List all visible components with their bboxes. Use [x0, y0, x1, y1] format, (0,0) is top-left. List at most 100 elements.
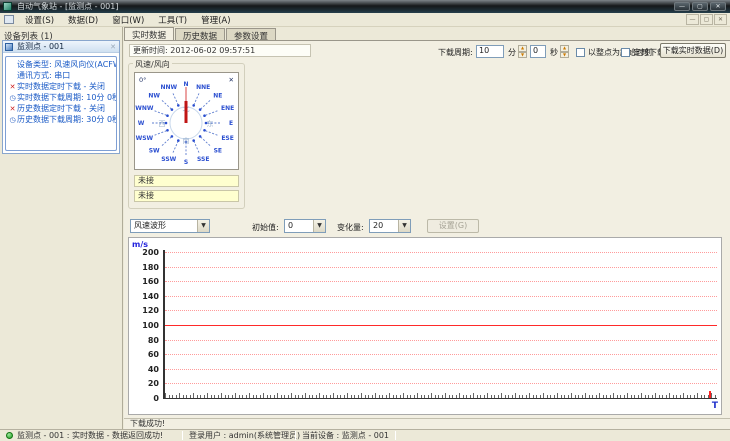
x-axis-tick [603, 395, 604, 398]
x-axis-tick [232, 395, 233, 398]
device-info-text: 历史数据下载周期: 30分 0秒 [17, 115, 116, 124]
gridline [165, 281, 717, 283]
x-axis-tick [169, 395, 170, 398]
compass-arrowhead-icon [177, 139, 180, 142]
y-axis-tick-label: 80 [147, 335, 159, 345]
gridline [165, 368, 717, 370]
x-axis-tick [242, 395, 243, 398]
x-axis-tick [319, 393, 320, 398]
x-axis-tick [347, 393, 348, 398]
current-time-marker [709, 391, 711, 398]
x-axis-tick [330, 395, 331, 398]
y-axis-tick-label: 100 [142, 321, 159, 330]
x-axis-line [163, 398, 717, 399]
menu-item[interactable]: 管理(A) [198, 13, 233, 27]
x-axis-tick [568, 395, 569, 398]
close-button[interactable]: ✕ [710, 2, 726, 11]
compass-south-label: 南 [183, 136, 190, 145]
device-info-text: 历史数据定时下载 - 关闭 [17, 104, 105, 113]
menu-item[interactable]: 窗口(W) [109, 13, 147, 27]
menu-item[interactable]: 设置(S) [22, 13, 57, 27]
x-axis-tick [477, 395, 478, 398]
x-axis-tick [634, 395, 635, 398]
chevron-down-icon[interactable]: ▼ [197, 220, 209, 232]
device-info-line: ✕ 实时数据定时下载 - 关闭 [8, 81, 116, 92]
x-axis-tick [291, 393, 292, 398]
initial-value-select[interactable]: 0 ▼ [284, 219, 326, 233]
x-axis-tick [592, 395, 593, 398]
x-axis-tick [501, 393, 502, 398]
timed-download-checkbox[interactable]: 定时下载 [621, 47, 665, 58]
spinner-down-icon[interactable]: ▼ [518, 51, 527, 58]
compass-west-label: 西 [159, 120, 166, 128]
mdi-close-button[interactable]: ✕ [714, 14, 727, 25]
wind-groupbox: 风速/风向 0° ✕ N NNE NE ENE E ESE SE SSE S SSW SW WSW W W… [128, 59, 245, 209]
mdi-minimize-button[interactable]: — [686, 14, 699, 25]
x-axis-tick [274, 395, 275, 398]
x-axis-tick [508, 395, 509, 398]
waveform-select[interactable]: 风速波形 ▼ [130, 219, 210, 233]
tab-active[interactable]: 实时数据 [124, 27, 175, 41]
y-axis-tick-label: 0 [153, 394, 159, 403]
mdi-restore-button[interactable]: ▢ [700, 14, 713, 25]
checkbox-icon[interactable] [576, 48, 585, 57]
x-axis-tick [459, 393, 460, 398]
x-axis-tick [396, 395, 397, 398]
document-icon [4, 15, 14, 24]
x-axis-tick [624, 395, 625, 398]
x-axis-tick [463, 395, 464, 398]
maximize-button[interactable]: ▢ [692, 2, 708, 11]
tab-inactive[interactable]: 参数设置 [226, 28, 277, 42]
x-axis-tick [368, 395, 369, 398]
y-axis-tick-label: 140 [142, 291, 159, 301]
menu-item[interactable]: 工具(T) [155, 13, 190, 27]
status-separator [395, 431, 397, 440]
y-axis-tick-label: 20 [147, 379, 159, 389]
compass-arrowhead-icon [198, 135, 202, 138]
minutes-input[interactable]: 10 [476, 45, 504, 58]
wind-group-title: 风速/风向 [133, 59, 172, 70]
seconds-spinner[interactable]: ▲ ▼ [560, 45, 569, 58]
x-axis-tick [683, 393, 684, 398]
tab-inactive[interactable]: 历史数据 [175, 28, 226, 42]
x-axis-tick [354, 395, 355, 398]
compass-svg: 0° ✕ N NNENE ENE E ESE SE SSE S SSWSW WSW W WNW NWNN… [135, 76, 234, 166]
disabled-icon: ✕ [9, 82, 16, 91]
x-axis-tick [382, 395, 383, 398]
minutes-spinner[interactable]: ▲ ▼ [518, 45, 527, 58]
x-axis-tick [697, 393, 698, 398]
x-axis-tick [410, 395, 411, 398]
delta-label: 变化量: [337, 223, 364, 232]
y-axis-tick-label: 180 [142, 262, 159, 272]
x-axis-tick [620, 395, 621, 398]
seconds-input[interactable]: 0 [530, 45, 546, 58]
download-realtime-button[interactable]: 下载实时数据(D) [660, 43, 726, 58]
disabled-icon: ✕ [9, 104, 16, 113]
pin-icon[interactable]: ✕ [110, 43, 116, 51]
compass-corner-icon: ✕ [229, 76, 234, 84]
x-axis-tick [235, 393, 236, 398]
x-axis-tick [221, 393, 222, 398]
settings-button[interactable]: 设置(G) [427, 219, 479, 233]
x-axis-tick [403, 393, 404, 398]
chevron-down-icon[interactable]: ▼ [398, 220, 410, 232]
device-info-text: 通讯方式: 串口 [17, 71, 71, 80]
menu-item[interactable]: 数据(D) [65, 13, 101, 27]
spinner-down-icon[interactable]: ▼ [560, 51, 569, 58]
device-info-line: ✕ 历史数据定时下载 - 关闭 [8, 103, 116, 114]
x-axis-tick [445, 393, 446, 398]
checkbox-icon[interactable] [621, 48, 630, 57]
x-axis-tick [704, 395, 705, 398]
clock-icon: ◷ [9, 115, 16, 124]
minimize-button[interactable]: — [674, 2, 690, 11]
compass-spoke [161, 100, 172, 110]
chevron-down-icon[interactable]: ▼ [313, 220, 325, 232]
x-axis-tick [617, 395, 618, 398]
x-axis-tick [456, 395, 457, 398]
delta-select[interactable]: 20 ▼ [369, 219, 411, 233]
x-axis-tick [470, 395, 471, 398]
menu-bar: 设置(S) 数据(D) 窗口(W) 工具(T) 管理(A) [0, 13, 730, 27]
device-tree-node[interactable]: 监测点 - 001 ✕ [3, 41, 119, 53]
gridline [165, 339, 717, 341]
status-text: 当前设备 : 监测点 - 001 [302, 431, 390, 440]
